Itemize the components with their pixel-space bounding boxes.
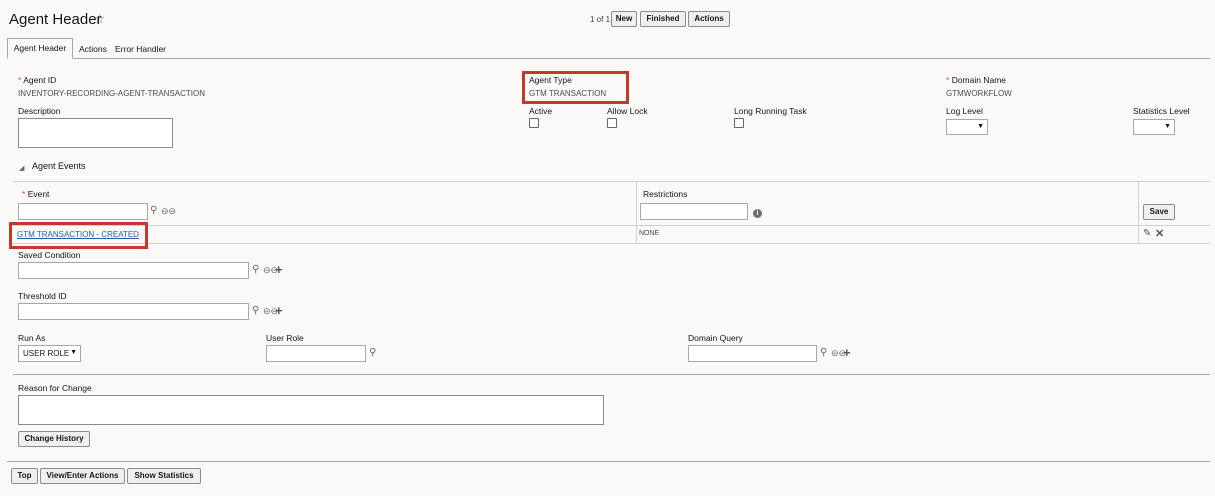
- description-field[interactable]: [18, 118, 173, 148]
- restrictions-column-header: Restrictions: [643, 189, 688, 199]
- active-checkbox[interactable]: [529, 118, 539, 128]
- events-table-top: [13, 181, 1210, 182]
- saved-condition-label: Saved Condition: [18, 250, 81, 260]
- delete-x-icon[interactable]: ✕: [1155, 227, 1164, 240]
- tab-divider: [7, 58, 1210, 59]
- active-label: Active: [529, 106, 553, 116]
- edit-pencil-icon[interactable]: ✎: [1143, 228, 1151, 239]
- tab-actions[interactable]: Actions: [79, 44, 107, 54]
- agent-type-label: Agent Type: [529, 75, 572, 85]
- threshold-id-input[interactable]: [18, 303, 249, 320]
- add-icon[interactable]: +: [843, 345, 851, 360]
- section-divider: [13, 374, 1210, 375]
- events-col-divider: [636, 181, 637, 243]
- search-icon[interactable]: ⚲: [369, 347, 376, 358]
- change-history-button[interactable]: Change History: [18, 431, 90, 447]
- footer-divider: [7, 461, 1210, 462]
- run-as-value: USER ROLE: [23, 349, 70, 358]
- log-level-select[interactable]: ▼: [946, 119, 988, 135]
- reason-field[interactable]: [18, 395, 604, 425]
- restrictions-input[interactable]: [640, 203, 748, 220]
- search-icon[interactable]: ⚲: [252, 264, 259, 275]
- domain-name-label: * Domain Name: [946, 75, 1007, 85]
- agent-events-title: Agent Events: [32, 161, 86, 171]
- event-link[interactable]: GTM TRANSACTION - CREATED: [17, 230, 139, 239]
- statistics-level-label: Statistics Level: [1133, 106, 1190, 116]
- restriction-value: NONE: [639, 230, 660, 237]
- view-enter-actions-button[interactable]: View/Enter Actions: [40, 468, 125, 484]
- favorite-star-icon[interactable]: ☆: [94, 12, 105, 26]
- long-running-checkbox[interactable]: [734, 118, 744, 128]
- events-col-divider-2: [1138, 181, 1139, 243]
- allow-lock-label: Allow Lock: [607, 106, 648, 116]
- domain-name-value: GTMWORKFLOW: [946, 89, 1012, 98]
- agent-id-label: * Agent ID: [18, 75, 57, 85]
- allow-lock-checkbox[interactable]: [607, 118, 617, 128]
- pager-text: 1 of 1: [590, 15, 611, 24]
- event-input[interactable]: [18, 203, 148, 220]
- run-as-label: Run As: [18, 333, 46, 343]
- actions-button[interactable]: Actions: [688, 11, 730, 27]
- agent-id-value: INVENTORY-RECORDING-AGENT-TRANSACTION: [18, 89, 205, 98]
- finished-button[interactable]: Finished: [640, 11, 686, 27]
- search-icon[interactable]: ⚲: [150, 205, 157, 216]
- show-statistics-button[interactable]: Show Statistics: [127, 468, 201, 484]
- save-button[interactable]: Save: [1143, 204, 1175, 220]
- domain-query-input[interactable]: [688, 345, 817, 362]
- events-header-bottom: [13, 225, 1210, 226]
- description-label: Description: [18, 106, 61, 116]
- events-row-bottom: [13, 243, 1210, 244]
- info-icon[interactable]: i: [753, 209, 762, 218]
- user-role-label: User Role: [266, 333, 304, 343]
- add-icon[interactable]: +: [275, 262, 283, 277]
- chevron-down-icon: ▼: [70, 349, 77, 356]
- saved-condition-input[interactable]: [18, 262, 249, 279]
- reason-label: Reason for Change: [18, 383, 92, 393]
- new-button[interactable]: New: [611, 11, 637, 27]
- collapse-triangle-icon[interactable]: ◢: [19, 164, 24, 172]
- chevron-down-icon: ▼: [1164, 123, 1171, 130]
- agent-type-value: GTM TRANSACTION: [529, 89, 607, 98]
- search-icon[interactable]: ⚲: [252, 305, 259, 316]
- add-icon[interactable]: +: [275, 303, 283, 318]
- search-icon[interactable]: ⚲: [820, 347, 827, 358]
- chevron-down-icon: ▼: [977, 123, 984, 130]
- tab-error-handler[interactable]: Error Handler: [115, 44, 166, 54]
- user-role-input[interactable]: [266, 345, 366, 362]
- threshold-id-label: Threshold ID: [18, 291, 67, 301]
- top-button[interactable]: Top: [11, 468, 38, 484]
- event-column-header: * Event: [22, 189, 50, 199]
- view-icon[interactable]: ⊖⊖: [161, 206, 176, 217]
- page-title: Agent Header: [9, 11, 102, 28]
- long-running-label: Long Running Task: [734, 106, 807, 116]
- statistics-level-select[interactable]: ▼: [1133, 119, 1175, 135]
- domain-query-label: Domain Query: [688, 333, 743, 343]
- run-as-select[interactable]: USER ROLE ▼: [18, 345, 81, 362]
- tab-agent-header[interactable]: Agent Header: [7, 38, 73, 59]
- log-level-label: Log Level: [946, 106, 983, 116]
